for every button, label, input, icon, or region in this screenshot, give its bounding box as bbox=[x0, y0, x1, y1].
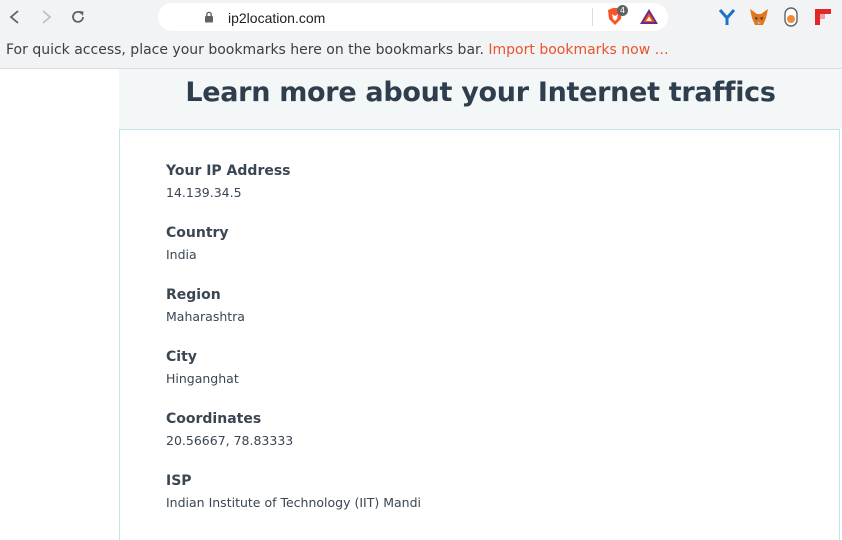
field-ip-address: Your IP Address 14.139.34.5 bbox=[166, 163, 291, 200]
reload-icon bbox=[72, 10, 84, 23]
page-title: Learn more about your Internet traffics bbox=[185, 77, 776, 108]
bookmarks-hint-text: For quick access, place your bookmarks h… bbox=[6, 42, 484, 58]
flipboard-extension-button[interactable] bbox=[812, 6, 834, 28]
field-label: Country bbox=[166, 225, 229, 241]
page-header: Learn more about your Internet traffics bbox=[119, 69, 842, 129]
flipboard-icon bbox=[815, 9, 831, 25]
brave-shield-count-badge: 4 bbox=[617, 5, 629, 16]
field-label: City bbox=[166, 349, 197, 365]
field-value: 14.139.34.5 bbox=[166, 185, 242, 200]
y-extension-icon bbox=[718, 9, 736, 25]
forward-arrow-icon bbox=[42, 10, 52, 24]
bookmarks-bar: For quick access, place your bookmarks h… bbox=[0, 35, 842, 69]
urlbar-divider bbox=[592, 8, 593, 26]
field-value: Hinganghat bbox=[166, 371, 239, 386]
metamask-fox-icon bbox=[750, 9, 768, 25]
bat-triangle-icon bbox=[640, 9, 658, 24]
forward-button[interactable] bbox=[35, 5, 57, 29]
field-value: Maharashtra bbox=[166, 309, 245, 324]
url-text[interactable]: ip2location.com bbox=[228, 10, 325, 26]
field-label: Your IP Address bbox=[166, 163, 291, 179]
field-label: Coordinates bbox=[166, 411, 262, 427]
field-label: Region bbox=[166, 287, 221, 303]
extension-y-button[interactable] bbox=[716, 6, 738, 28]
browser-toolbar: ip2location.com 4 bbox=[0, 0, 842, 35]
metamask-extension-button[interactable] bbox=[748, 6, 770, 28]
ip-info-card: Your IP Address 14.139.34.5 Country Indi… bbox=[119, 129, 840, 540]
field-coordinates: Coordinates 20.56667, 78.83333 bbox=[166, 411, 293, 448]
field-value: 20.56667, 78.83333 bbox=[166, 433, 294, 448]
lock-icon bbox=[205, 11, 213, 23]
import-bookmarks-link[interactable]: Import bookmarks now … bbox=[488, 42, 668, 58]
address-bar[interactable]: ip2location.com 4 bbox=[158, 3, 668, 31]
bookmarks-bar-message: For quick access, place your bookmarks h… bbox=[6, 42, 669, 58]
toggle-extension-button[interactable] bbox=[780, 6, 802, 28]
back-arrow-icon bbox=[9, 10, 19, 24]
back-button[interactable] bbox=[4, 5, 26, 29]
field-city: City Hinganghat bbox=[166, 349, 239, 386]
field-region: Region Maharashtra bbox=[166, 287, 245, 324]
field-value: India bbox=[166, 247, 197, 262]
field-value: Indian Institute of Technology (IIT) Man… bbox=[166, 495, 421, 510]
field-isp: ISP Indian Institute of Technology (IIT)… bbox=[166, 473, 421, 510]
field-country: Country India bbox=[166, 225, 229, 262]
brave-shields-button[interactable]: 4 bbox=[604, 5, 629, 28]
field-label: ISP bbox=[166, 473, 192, 489]
toggle-icon bbox=[784, 7, 798, 27]
reload-button[interactable] bbox=[67, 5, 89, 29]
brave-rewards-button[interactable] bbox=[638, 6, 660, 28]
